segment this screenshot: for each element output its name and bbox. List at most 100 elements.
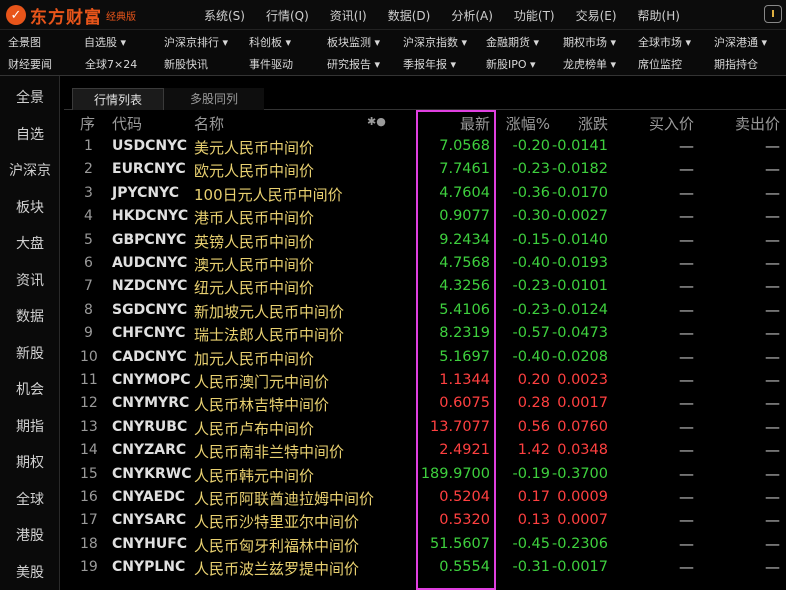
row-latest: 0.6075 — [439, 395, 490, 412]
sidebar-item-4[interactable]: 大盘 — [0, 226, 60, 262]
table-row[interactable]: 14 CNYZARC 人民币南非兰特中间价 2.4921 1.42 0.0348 — — — [64, 439, 786, 462]
quick-nav-row-2: 财经要闻 全球7×24 新股快讯 事件驱动 研究报告 ▾ 季报年报 ▾ 新股IPO ▾ 龙虎榜… — [0, 54, 786, 76]
nav-item-r2-8[interactable]: 席位监控 — [638, 54, 682, 76]
row-ask: — — [765, 347, 780, 366]
row-latest: 5.4106 — [439, 301, 490, 318]
nav-item-r1-5[interactable]: 沪深京指数 ▾ — [403, 32, 467, 54]
col-ask[interactable]: 卖出价 — [735, 113, 780, 134]
table-row[interactable]: 12 CNYMYRC 人民币林吉特中间价 0.6075 0.28 0.0017 — — — [64, 392, 786, 415]
sidebar-item-11[interactable]: 全球 — [0, 482, 60, 518]
col-change-pct[interactable]: 涨幅% — [506, 113, 550, 134]
table-row[interactable]: 13 CNYRUBC 人民币卢布中间价 13.7077 0.56 0.0760 — — — [64, 416, 786, 439]
nav-item-r1-6[interactable]: 金融期货 ▾ — [486, 32, 539, 54]
sidebar-item-9[interactable]: 期指 — [0, 409, 60, 445]
row-name: 港币人民币中间价 — [194, 209, 315, 228]
nav-item-r2-2[interactable]: 新股快讯 — [164, 54, 208, 76]
col-latest[interactable]: 最新 — [460, 113, 490, 134]
sidebar-item-10[interactable]: 期权 — [0, 445, 60, 481]
table-row[interactable]: 17 CNYSARC 人民币沙特里亚尔中间价 0.5320 0.13 0.0007 — — — [64, 509, 786, 532]
notification-icon[interactable] — [764, 5, 782, 23]
table-row[interactable]: 15 CNYKRWC 人民币韩元中间价 189.9700 -0.19 -0.3700 — — — [64, 463, 786, 486]
col-seq[interactable]: 序 — [80, 113, 95, 134]
table-row[interactable]: 4 HKDCNYC 港币人民币中间价 0.9077 -0.30 -0.0027 — — — [64, 205, 786, 228]
menu-item-6[interactable]: 交易(E) — [576, 7, 617, 24]
table-row[interactable]: 10 CADCNYC 加元人民币中间价 5.1697 -0.40 -0.0208 — — — [64, 346, 786, 369]
row-bid: — — [679, 137, 694, 155]
table-row[interactable]: 3 JPYCNYC 100日元人民币中间价 4.7604 -0.36 -0.0170 — — — [64, 182, 786, 205]
col-change[interactable]: 涨跌 — [578, 113, 608, 134]
table-row[interactable]: 9 CHFCNYC 瑞士法郎人民币中间价 8.2319 -0.57 -0.0473 — — — [64, 322, 786, 345]
row-latest: 7.7461 — [439, 161, 490, 178]
col-name[interactable]: 名称 — [194, 113, 224, 134]
row-latest: 2.4921 — [439, 442, 490, 459]
nav-item-r2-4[interactable]: 研究报告 ▾ — [327, 54, 380, 76]
sidebar-item-13[interactable]: 美股 — [0, 555, 60, 590]
row-ask: — — [765, 441, 780, 460]
row-ask: — — [765, 558, 780, 577]
sidebar-item-8[interactable]: 机会 — [0, 372, 60, 408]
menu-item-4[interactable]: 分析(A) — [451, 7, 493, 24]
nav-item-r1-7[interactable]: 期权市场 ▾ — [563, 32, 616, 54]
table-row[interactable]: 6 AUDCNYC 澳元人民币中间价 4.7568 -0.40 -0.0193 — — — [64, 252, 786, 275]
menu-item-0[interactable]: 系统(S) — [204, 7, 245, 24]
app-logo[interactable]: ✓ 东方财富 经典版 — [6, 4, 136, 28]
row-change: 0.0023 — [557, 372, 608, 388]
row-seq: 11 — [80, 372, 98, 388]
row-seq: 1 — [84, 138, 93, 154]
row-ask: — — [765, 417, 780, 436]
sidebar-item-12[interactable]: 港股 — [0, 518, 60, 554]
row-change-pct: -0.23 — [512, 161, 550, 178]
row-seq: 17 — [80, 512, 98, 529]
sidebar-item-6[interactable]: 数据 — [0, 299, 60, 335]
row-latest: 51.5607 — [430, 535, 490, 552]
tab-quote-list[interactable]: 行情列表 — [72, 88, 164, 110]
sidebar-item-5[interactable]: 资讯 — [0, 263, 60, 299]
nav-item-r1-9[interactable]: 沪深港通 ▾ — [714, 32, 767, 54]
sidebar-item-1[interactable]: 自选 — [0, 117, 60, 153]
nav-item-r1-8[interactable]: 全球市场 ▾ — [638, 32, 691, 54]
nav-item-r2-0[interactable]: 财经要闻 — [8, 54, 52, 76]
nav-item-r1-0[interactable]: 全景图 — [8, 32, 41, 54]
table-row[interactable]: 11 CNYMOPC 人民币澳门元中间价 1.1344 0.20 0.0023 — — — [64, 369, 786, 392]
row-change-pct: 0.56 — [517, 418, 550, 435]
table-row[interactable]: 7 NZDCNYC 纽元人民币中间价 4.3256 -0.23 -0.0101 — — — [64, 275, 786, 298]
nav-item-r1-3[interactable]: 科创板 ▾ — [249, 32, 291, 54]
table-row[interactable]: 16 CNYAEDC 人民币阿联酋迪拉姆中间价 0.5204 0.17 0.0009 — — — [64, 486, 786, 509]
table-row[interactable]: 18 CNYHUFC 人民币匈牙利福林中间价 51.5607 -0.45 -0.2306 —… — [64, 533, 786, 556]
sidebar-item-2[interactable]: 沪深京 — [0, 153, 60, 189]
col-marker[interactable]: ✱● — [367, 115, 386, 128]
nav-item-r2-7[interactable]: 龙虎榜单 ▾ — [563, 54, 616, 76]
menu-item-2[interactable]: 资讯(I) — [330, 7, 367, 24]
row-ask: — — [765, 254, 780, 272]
row-latest: 8.2319 — [439, 325, 490, 342]
menu-item-3[interactable]: 数据(D) — [388, 7, 431, 24]
menu-item-5[interactable]: 功能(T) — [514, 7, 555, 24]
sidebar-item-7[interactable]: 新股 — [0, 336, 60, 372]
row-seq: 19 — [80, 559, 98, 576]
col-bid[interactable]: 买入价 — [649, 113, 694, 134]
sidebar-item-3[interactable]: 板块 — [0, 190, 60, 226]
sidebar: 全景 自选 沪深京 板块 大盘 资讯 数据 新股 机会 期指 期权 全球 港股 美股 — [0, 76, 60, 590]
col-code[interactable]: 代码 — [112, 113, 142, 134]
nav-item-r1-1[interactable]: 自选股 ▾ — [84, 32, 126, 54]
sidebar-item-0[interactable]: 全景 — [0, 80, 60, 116]
table-row[interactable]: 19 CNYPLNC 人民币波兰兹罗提中间价 0.5554 -0.31 -0.0017 — — — [64, 556, 786, 579]
nav-item-r2-5[interactable]: 季报年报 ▾ — [403, 54, 456, 76]
table-row[interactable]: 5 GBPCNYC 英镑人民币中间价 9.2434 -0.15 -0.0140 — — — [64, 229, 786, 252]
tab-multi-stock[interactable]: 多股同列 — [164, 88, 264, 110]
nav-item-r2-3[interactable]: 事件驱动 — [249, 54, 293, 76]
menu-item-7[interactable]: 帮助(H) — [638, 7, 680, 24]
table-row[interactable]: 2 EURCNYC 欧元人民币中间价 7.7461 -0.23 -0.0182 — — — [64, 158, 786, 181]
nav-item-r2-6[interactable]: 新股IPO ▾ — [486, 54, 536, 76]
row-name: 人民币卢布中间价 — [194, 419, 315, 438]
table-row[interactable]: 8 SGDCNYC 新加坡元人民币中间价 5.4106 -0.23 -0.0124 — — — [64, 299, 786, 322]
nav-item-r1-4[interactable]: 板块监测 ▾ — [327, 32, 380, 54]
logo-icon: ✓ — [6, 5, 26, 25]
nav-item-r2-1[interactable]: 全球7×24 — [85, 54, 137, 76]
nav-item-r2-9[interactable]: 期指持仓 — [714, 54, 758, 76]
row-change: -0.0027 — [552, 208, 608, 225]
table-row[interactable]: 1 USDCNYC 美元人民币中间价 7.0568 -0.20 -0.0141 — — — [64, 135, 786, 158]
row-name: 瑞士法郎人民币中间价 — [194, 326, 345, 345]
menu-item-1[interactable]: 行情(Q) — [266, 7, 309, 24]
nav-item-r1-2[interactable]: 沪深京排行 ▾ — [164, 32, 228, 54]
